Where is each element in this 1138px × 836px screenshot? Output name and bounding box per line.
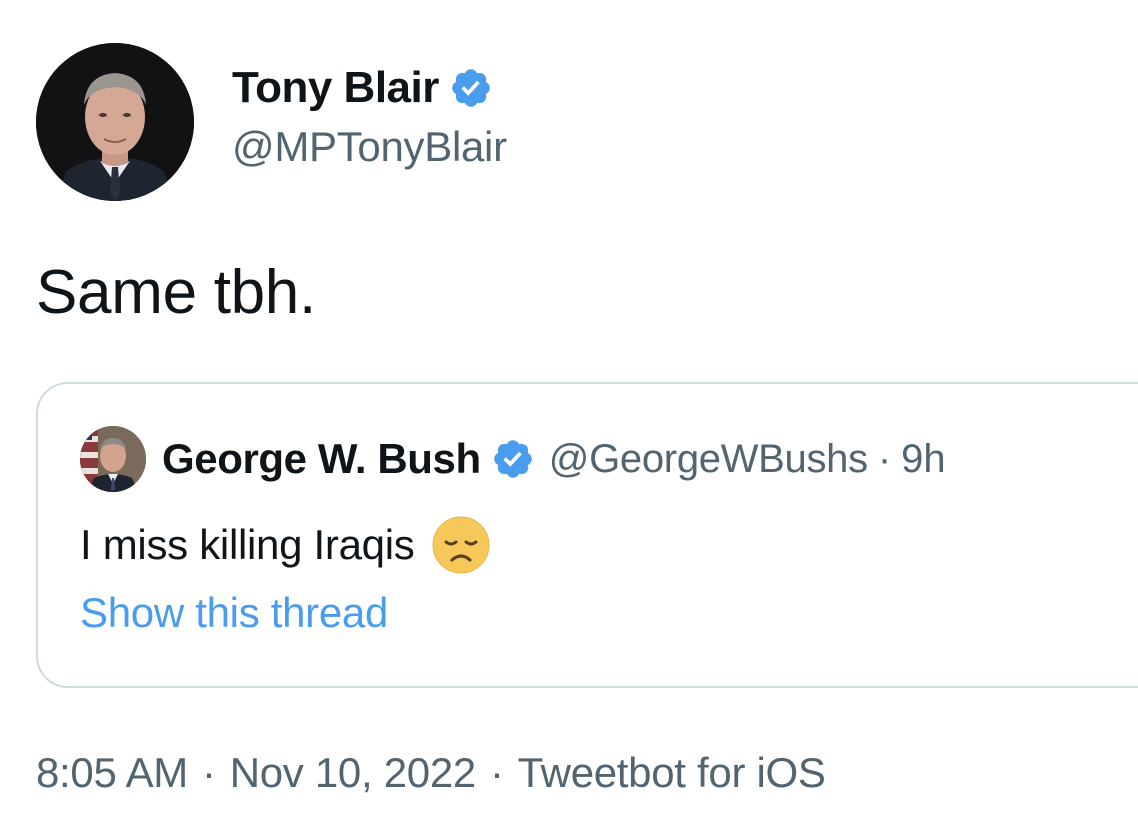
quoted-author-avatar[interactable] <box>80 426 146 492</box>
show-thread-link[interactable]: Show this thread <box>80 592 388 634</box>
tweet-timestamp-time[interactable]: 8:05 AM <box>36 752 188 794</box>
quoted-author-handle[interactable]: @GeorgeWBushs <box>549 439 868 479</box>
quoted-tweet-age[interactable]: 9h <box>901 439 946 479</box>
tweet-text: Same tbh. <box>36 258 316 327</box>
author-avatar-photo-icon <box>36 43 194 201</box>
metadata-separator: · <box>202 749 216 796</box>
quoted-header-separator: · <box>877 437 892 481</box>
metadata-separator: · <box>489 749 504 796</box>
verified-badge-icon <box>449 66 493 110</box>
author-handle[interactable]: @MPTonyBlair <box>232 126 507 168</box>
disappointed-face-emoji-icon <box>432 516 490 574</box>
tweet-source-app[interactable]: Tweetbot for iOS <box>518 752 826 794</box>
quoted-tweet-header: George W. Bush @GeorgeWBushs · 9h <box>162 432 946 486</box>
tweet-timestamp-date[interactable]: Nov 10, 2022 <box>230 752 477 794</box>
quoted-tweet-card[interactable]: George W. Bush @GeorgeWBushs · 9h I miss… <box>36 382 1138 688</box>
author-name-row: Tony Blair <box>232 60 493 116</box>
quoted-tweet-text-row: I miss killing Iraqis <box>80 516 490 574</box>
tweet-metadata: 8:05 AM · Nov 10, 2022 · Tweetbot for iO… <box>36 752 826 794</box>
quoted-author-display-name[interactable]: George W. Bush <box>162 438 481 480</box>
tweet: Tony Blair @MPTonyBlair Same tbh. George… <box>0 0 1138 836</box>
quoted-verified-badge-icon <box>491 437 535 481</box>
author-display-name[interactable]: Tony Blair <box>232 66 439 110</box>
quoted-tweet-text: I miss killing Iraqis <box>80 521 415 568</box>
quoted-author-avatar-photo-icon <box>80 426 146 492</box>
author-avatar[interactable] <box>36 43 194 201</box>
